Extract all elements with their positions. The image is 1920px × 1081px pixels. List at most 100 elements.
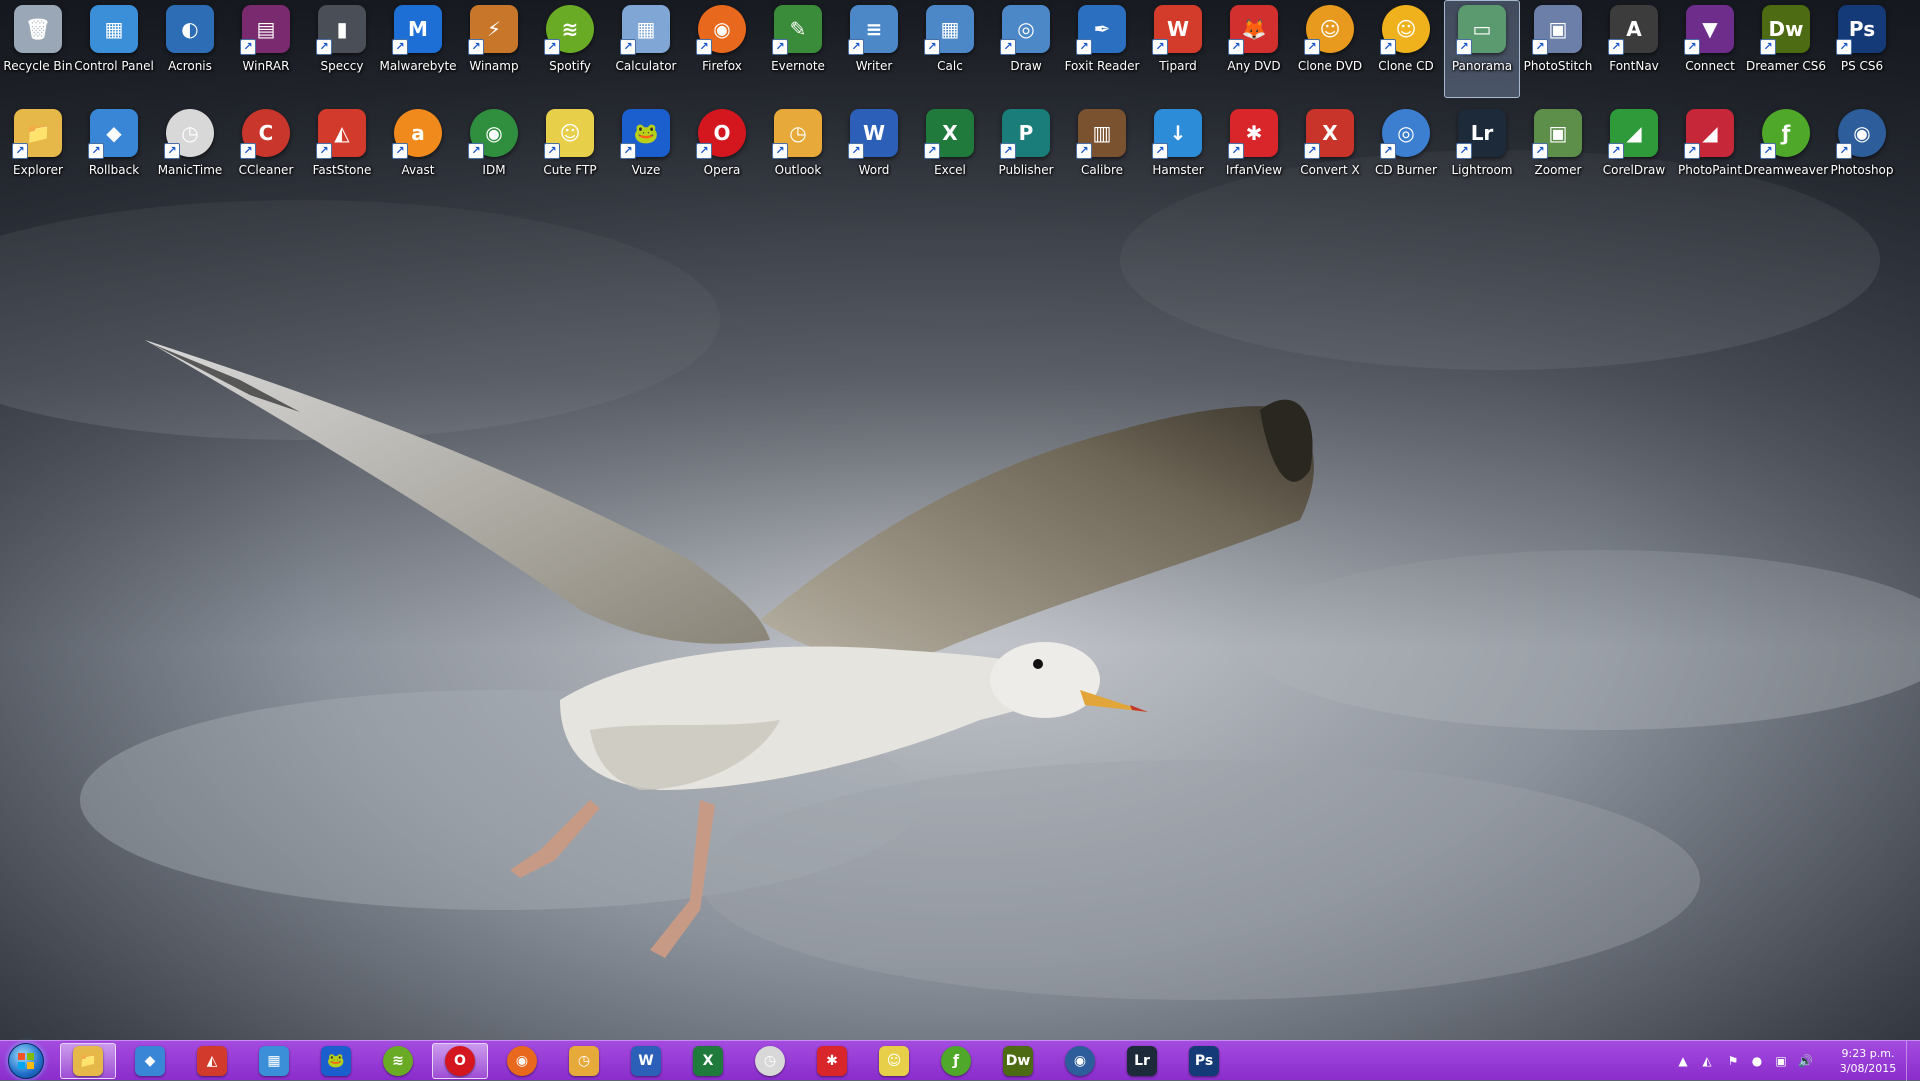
shortcut-arrow-icon: ↗ [1304,39,1320,55]
desktop-icon-label: Dreamweaver [1743,163,1829,177]
desktop-icon-excel[interactable]: X ↗ Excel [912,104,988,202]
desktop-icon-label: Publisher [998,163,1054,177]
desktop-icon-zoomer[interactable]: ▣ ↗ Zoomer [1520,104,1596,202]
desktop-icon-lightroom[interactable]: Lr ↗ Lightroom [1444,104,1520,202]
desktop-icon-idm[interactable]: ◉ ↗ IDM [456,104,532,202]
taskbar-button-dreamweaver[interactable]: ƒ [928,1043,984,1079]
shortcut-arrow-icon: ↗ [164,143,180,159]
desktop-icon-publisher[interactable]: P ↗ Publisher [988,104,1064,202]
network-icon[interactable]: ▣ [1774,1054,1788,1068]
shortcut-arrow-icon: ↗ [316,39,332,55]
vuze-icon: 🐸 [321,1046,351,1076]
desktop-icon-label: FontNav [1609,59,1659,73]
winrar-icon: ▤ ↗ [240,5,290,55]
desktop-icon-winamp[interactable]: ⚡ ↗ Winamp [456,0,532,98]
desktop-icon-photostitch[interactable]: ▣ ↗ PhotoStitch [1520,0,1596,98]
taskbar-button-cute-ftp[interactable]: ☺ [866,1043,922,1079]
desktop-icon-photoshop-cs6[interactable]: Ps ↗ PS CS6 [1824,0,1900,98]
desktop-icon-acronis[interactable]: ◐ Acronis [152,0,228,98]
desktop-icon-spotify[interactable]: ≋ ↗ Spotify [532,0,608,98]
desktop-icon-coreldraw[interactable]: ◢ ↗ CorelDraw [1596,104,1672,202]
desktop-icon-photoshop[interactable]: ◉ ↗ Photoshop [1824,104,1900,202]
desktop-icon-manictime[interactable]: ◷ ↗ ManicTime [152,104,228,202]
desktop-icon-calculator[interactable]: ▦ ↗ Calculator [608,0,684,98]
desktop-icon-vuze[interactable]: 🐸 ↗ Vuze [608,104,684,202]
desktop-icon-connect[interactable]: ▼ ↗ Connect [1672,0,1748,98]
taskbar-button-firefox[interactable]: ◉ [494,1043,550,1079]
clock-time: 9:23 p.m. [1841,1047,1895,1060]
taskbar-button-opera[interactable]: O [432,1043,488,1079]
desktop-icon-malwarebytes[interactable]: M ↗ Malwarebyte [379,0,457,98]
desktop-icon-label: PS CS6 [1840,59,1884,73]
desktop-icon-clone-dvd[interactable]: ☺ ↗ Clone DVD [1292,0,1368,98]
desktop-icon-speccy[interactable]: ▮ ↗ Speccy [304,0,380,98]
taskbar-button-irfanview[interactable]: ✱ [804,1043,860,1079]
desktop-icon-fontnav[interactable]: A ↗ FontNav [1596,0,1672,98]
desktop-icon-label: Tipard [1159,59,1197,73]
desktop-icon-cute-ftp[interactable]: ☺ ↗ Cute FTP [532,104,608,202]
desktop-icon-evernote[interactable]: ✎ ↗ Evernote [760,0,836,98]
desktop-icon-winrar[interactable]: ▤ ↗ WinRAR [228,0,304,98]
desktop-icon-any-dvd[interactable]: 🦊 ↗ Any DVD [1216,0,1292,98]
desktop-icon-calibre[interactable]: ▥ ↗ Calibre [1064,104,1140,202]
taskbar-button-excel[interactable]: X [680,1043,736,1079]
desktop-icon-avast[interactable]: a ↗ Avast [380,104,456,202]
irfanview-icon: ✱ [817,1046,847,1076]
taskbar: 📁 ◆ ◭ ▦ 🐸 ≋ O ◉ ◷ W X ◷ ✱ ☺ ƒ Dw ◉ Lr Ps ▲ ◭ ⚑ ● ▣ 🔊 9:23 p.m. … [0,1040,1920,1081]
desktop-icon-word[interactable]: W ↗ Word [836,104,912,202]
taskbar-button-control-panel[interactable]: ▦ [246,1043,302,1079]
desktop-icon-foxit-reader[interactable]: ✒ ↗ Foxit Reader [1064,0,1140,98]
action-center-flag-icon[interactable]: ⚑ [1726,1054,1740,1068]
desktop-icon-explorer[interactable]: 📁 ↗ Explorer [0,104,76,202]
desktop-icon-label: Firefox [702,59,742,73]
desktop-icon-dreamweaver[interactable]: ƒ ↗ Dreamweaver [1744,104,1828,202]
desktop-icon-label: Recycle Bin [3,59,73,73]
desktop-icon-calc[interactable]: ▦ ↗ Calc [912,0,988,98]
desktop-icon-panorama[interactable]: ▭ ↗ Panorama [1444,0,1520,98]
desktop-icon-outlook[interactable]: ◷ ↗ Outlook [760,104,836,202]
desktop-icon-irfanview[interactable]: ✱ ↗ IrfanView [1216,104,1292,202]
clock[interactable]: 9:23 p.m. 3/08/2015 [1832,1046,1904,1076]
shortcut-arrow-icon: ↗ [1380,39,1396,55]
desktop-icon-firefox[interactable]: ◉ ↗ Firefox [684,0,760,98]
taskbar-button-outlook[interactable]: ◷ [556,1043,612,1079]
desktop-icon-label: Vuze [631,163,661,177]
cute-ftp-icon: ☺ ↗ [544,109,594,159]
taskbar-button-lightroom[interactable]: Lr [1114,1043,1170,1079]
taskbar-button-dreamweaver-cs6[interactable]: Dw [990,1043,1046,1079]
taskbar-button-windows-explorer[interactable]: 📁 [60,1043,116,1079]
desktop-icon-writer[interactable]: ≡ ↗ Writer [836,0,912,98]
desktop-icon-ccleaner[interactable]: C ↗ CCleaner [228,104,304,202]
taskbar-button-rollback[interactable]: ◆ [122,1043,178,1079]
show-desktop-button[interactable] [1906,1041,1920,1081]
adobe-tray-icon[interactable]: ◭ [1700,1054,1714,1068]
taskbar-button-faststone[interactable]: ◭ [184,1043,240,1079]
taskbar-button-vuze[interactable]: 🐸 [308,1043,364,1079]
desktop-icon-draw[interactable]: ◎ ↗ Draw [988,0,1064,98]
desktop-icon-convert-x[interactable]: X ↗ Convert X [1292,104,1368,202]
desktop-icon-opera[interactable]: O ↗ Opera [684,104,760,202]
start-button[interactable] [4,1043,48,1079]
zoomer-icon: ▣ ↗ [1532,109,1582,159]
desktop-icon-hamster[interactable]: ↓ ↗ Hamster [1140,104,1216,202]
desktop-icon-rollback[interactable]: ◆ ↗ Rollback [76,104,152,202]
desktop-icon-tipard[interactable]: W ↗ Tipard [1140,0,1216,98]
taskbar-button-photoshop-cs6[interactable]: Ps [1176,1043,1232,1079]
winamp-icon: ⚡ ↗ [468,5,518,55]
volume-icon[interactable]: 🔊 [1798,1054,1813,1068]
tipard-icon: W ↗ [1152,5,1202,55]
taskbar-button-word[interactable]: W [618,1043,674,1079]
taskbar-button-manictime[interactable]: ◷ [742,1043,798,1079]
desktop-icon-clone-cd[interactable]: ☺ ↗ Clone CD [1368,0,1444,98]
desktop-icon-cd-burner[interactable]: ◎ ↗ CD Burner [1368,104,1444,202]
chevron-up-icon[interactable]: ▲ [1676,1054,1690,1068]
taskbar-button-photoshop[interactable]: ◉ [1052,1043,1108,1079]
desktop-icon-control-panel[interactable]: ▦ Control Panel [74,0,154,98]
desktop-icon-faststone[interactable]: ◭ ↗ FastStone [304,104,380,202]
desktop-icon-grid: 🗑 Recycle Bin ▦ Control Panel ◐ Acronis ▤ ↗ WinR… [0,0,1920,190]
taskbar-button-spotify[interactable]: ≋ [370,1043,426,1079]
desktop-icon-photopaint[interactable]: ◢ ↗ PhotoPaint [1672,104,1748,202]
desktop-icon-dreamweaver-cs6[interactable]: Dw ↗ Dreamer CS6 [1746,0,1826,98]
desktop-icon-recycle-bin[interactable]: 🗑 Recycle Bin [0,0,76,98]
avast-tray-icon[interactable]: ● [1750,1054,1764,1068]
